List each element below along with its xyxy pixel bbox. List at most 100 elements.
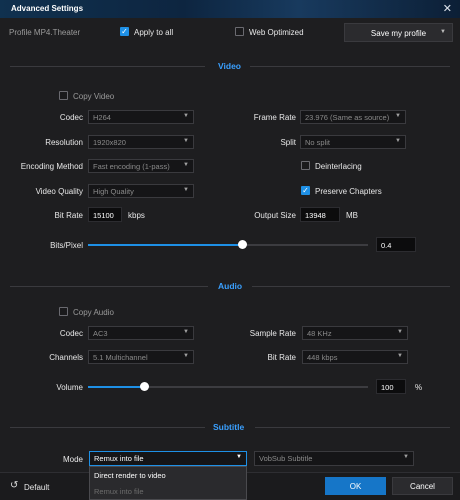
audio-codec-select[interactable]: AC3 ▼ [88,326,194,340]
volume-label: Volume [56,383,83,392]
resolution-value: 1920x820 [93,138,126,147]
subtitle-divider-right [255,427,450,428]
preserve-chapters-label: Preserve Chapters [315,187,382,196]
deinterlacing-label: Deinterlacing [315,162,362,171]
chevron-down-icon: ▼ [395,138,401,144]
video-bit-rate-label: Bit Rate [54,211,83,220]
default-button[interactable]: Default [24,483,49,492]
frame-rate-value: 23.976 (Same as source) [305,113,390,122]
dropdown-option-direct-render[interactable]: Direct render to video [90,467,246,483]
volume-slider-thumb[interactable] [139,382,149,391]
video-divider-left [10,66,205,67]
video-bit-rate-unit: kbps [128,211,145,220]
video-codec-value: H264 [93,113,111,122]
bits-pixel-slider-track[interactable] [88,240,368,249]
chevron-down-icon: ▼ [236,454,242,460]
audio-section-title: Audio [218,281,243,291]
chevron-down-icon: ▼ [440,29,446,35]
web-optimized-checkbox[interactable] [235,27,244,36]
volume-slider-fill [88,386,144,388]
output-size-label: Output Size [254,211,296,220]
video-divider-right [250,66,450,67]
frame-rate-label: Frame Rate [253,113,296,122]
apply-all-label: Apply to all [134,28,174,37]
web-optimized-label: Web Optimized [249,28,304,37]
channels-select[interactable]: 5.1 Multichannel ▼ [88,350,194,364]
bits-pixel-slider-thumb[interactable] [237,240,247,249]
copy-audio-checkbox[interactable] [59,307,68,316]
audio-divider-right [252,286,450,287]
vobsub-value: VobSub Subtitle [259,454,313,463]
subtitle-mode-select[interactable]: Remux into file ▼ [89,451,247,466]
bits-pixel-label: Bits/Pixel [50,241,83,250]
close-icon[interactable]: ✕ [443,2,452,15]
volume-slider-track[interactable] [88,382,368,391]
video-codec-select[interactable]: H264 ▼ [88,110,194,124]
sample-rate-label: Sample Rate [249,329,296,338]
bits-pixel-input[interactable]: 0.4 [376,237,416,252]
ok-button[interactable]: OK [325,477,386,495]
dropdown-option-remux[interactable]: Remux into file [90,483,246,499]
profile-label-row: Profile MP4.Theater [9,28,80,37]
chevron-down-icon: ▼ [397,329,403,335]
video-quality-value: High Quality [93,187,134,196]
channels-label: Channels [49,353,83,362]
window-title: Advanced Settings [11,4,84,13]
encoding-label: Encoding Method [20,162,83,171]
subtitle-section-title: Subtitle [213,422,245,432]
chevron-down-icon: ▼ [403,454,409,460]
frame-rate-select[interactable]: 23.976 (Same as source) ▼ [300,110,406,124]
audio-divider-left [10,286,208,287]
subtitle-mode-value: Remux into file [94,454,144,463]
encoding-select[interactable]: Fast encoding (1-pass) ▼ [88,159,194,173]
preserve-chapters-checkbox[interactable]: ✓ [301,186,310,195]
copy-video-checkbox[interactable] [59,91,68,100]
profile-label: Profile [9,28,32,37]
chevron-down-icon: ▼ [183,162,189,168]
checkmark-icon: ✓ [302,186,309,195]
profile-name: MP4.Theater [33,28,81,37]
split-select[interactable]: No split ▼ [300,135,406,149]
bits-pixel-slider-fill [88,244,242,246]
resolution-select[interactable]: 1920x820 ▼ [88,135,194,149]
video-codec-label: Codec [59,113,83,122]
video-section-title: Video [218,61,241,71]
output-size-input[interactable]: 13948 [300,207,340,222]
chevron-down-icon: ▼ [183,113,189,119]
subtitle-divider-left [10,427,205,428]
audio-bit-rate-label: Bit Rate [267,353,296,362]
split-value: No split [305,138,331,147]
chevron-down-icon: ▼ [183,329,189,335]
chevron-down-icon: ▼ [183,138,189,144]
cancel-button[interactable]: Cancel [392,477,453,495]
channels-value: 5.1 Multichannel [93,353,148,362]
video-quality-label: Video Quality [35,187,83,196]
deinterlacing-checkbox[interactable] [301,161,310,170]
save-profile-button[interactable]: Save my profile ▼ [344,23,453,42]
sample-rate-value: 48 KHz [307,329,332,338]
vobsub-select[interactable]: VobSub Subtitle ▼ [254,451,414,466]
output-size-unit: MB [346,211,358,220]
title-bar: Advanced Settings ✕ [0,0,460,18]
video-bit-rate-input[interactable]: 15100 [88,207,122,222]
reset-icon[interactable]: ↺ [10,480,18,491]
subtitle-mode-label: Mode [62,455,83,464]
split-label: Split [280,138,296,147]
chevron-down-icon: ▼ [183,353,189,359]
audio-codec-value: AC3 [93,329,108,338]
volume-unit: % [415,383,423,392]
copy-audio-label: Copy Audio [73,308,114,317]
chevron-down-icon: ▼ [395,113,401,119]
encoding-value: Fast encoding (1-pass) [93,162,170,171]
checkmark-icon: ✓ [121,27,128,36]
audio-bit-rate-select[interactable]: 448 kbps ▼ [302,350,408,364]
chevron-down-icon: ▼ [397,353,403,359]
save-profile-label: Save my profile [370,29,427,38]
volume-input[interactable]: 100 [376,379,406,394]
audio-bit-rate-value: 448 kbps [307,353,338,362]
subtitle-mode-dropdown: Direct render to video Remux into file [89,466,247,500]
chevron-down-icon: ▼ [183,187,189,193]
video-quality-select[interactable]: High Quality ▼ [88,184,194,198]
sample-rate-select[interactable]: 48 KHz ▼ [302,326,408,340]
apply-all-checkbox[interactable]: ✓ [120,27,129,36]
